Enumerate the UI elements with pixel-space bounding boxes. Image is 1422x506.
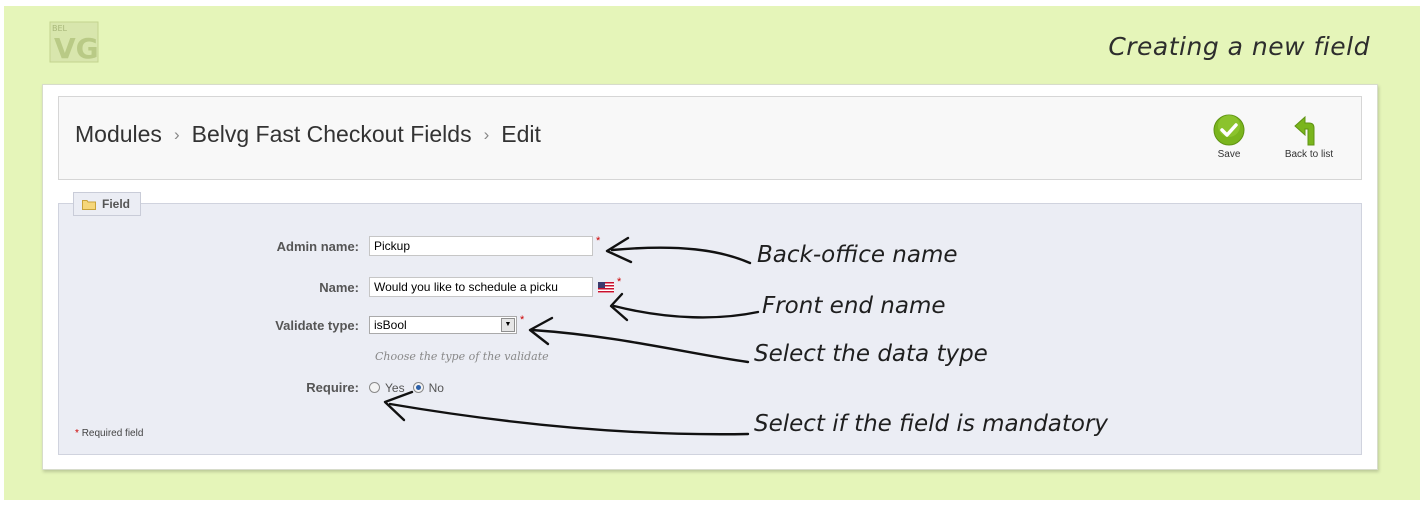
annotation-mandatory: Select if the field is mandatory [754,411,1109,437]
annotation-arrow-2 [612,304,760,319]
annotation-arrow-3 [530,328,750,364]
annotation-back-office-name: Back-office name [757,242,958,268]
annotation-arrow-4 [388,402,750,436]
annotation-data-type: Select the data type [754,341,988,367]
annotation-arrows [383,236,760,436]
annotation-front-end-name: Front end name [762,293,946,319]
annotation-arrow-1 [610,246,752,265]
